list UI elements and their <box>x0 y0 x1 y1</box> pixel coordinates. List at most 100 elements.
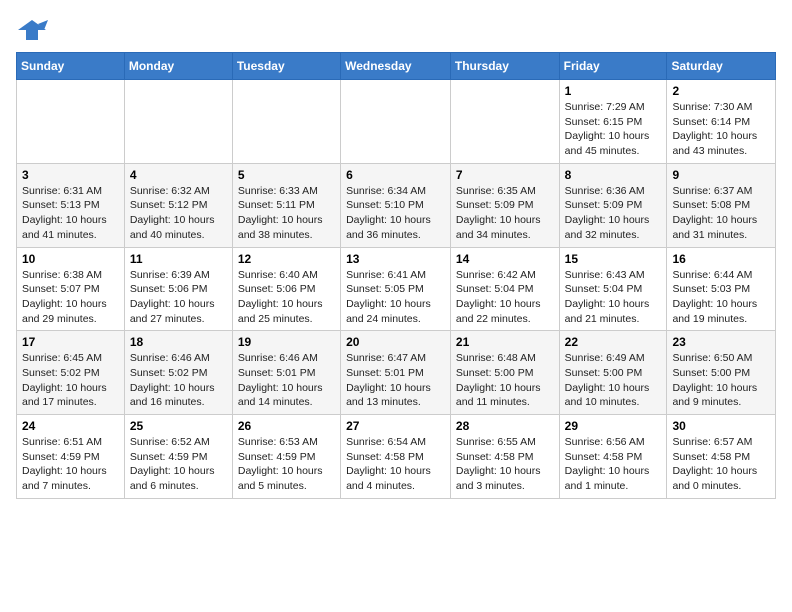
day-number: 30 <box>672 419 770 433</box>
calendar-day-cell: 7 Sunrise: 6:35 AM Sunset: 5:09 PM Daylig… <box>450 163 559 247</box>
day-number: 21 <box>456 335 554 349</box>
day-number: 27 <box>346 419 445 433</box>
day-number: 28 <box>456 419 554 433</box>
day-info: Sunrise: 6:51 AM Sunset: 4:59 PM Dayligh… <box>22 435 119 494</box>
day-info: Sunrise: 6:32 AM Sunset: 5:12 PM Dayligh… <box>130 184 227 243</box>
day-number: 6 <box>346 168 445 182</box>
day-number: 29 <box>565 419 662 433</box>
day-number: 3 <box>22 168 119 182</box>
day-info: Sunrise: 6:49 AM Sunset: 5:00 PM Dayligh… <box>565 351 662 410</box>
day-number: 18 <box>130 335 227 349</box>
day-number: 25 <box>130 419 227 433</box>
calendar-day-cell: 11 Sunrise: 6:39 AM Sunset: 5:06 PM Dayli… <box>124 247 232 331</box>
day-info: Sunrise: 6:45 AM Sunset: 5:02 PM Dayligh… <box>22 351 119 410</box>
calendar-week-row: 17Sunrise: 6:45 AM Sunset: 5:02 PM Dayli… <box>17 331 776 415</box>
calendar-day-cell: 5Sunrise: 6:33 AM Sunset: 5:11 PM Daylig… <box>232 163 340 247</box>
day-number: 20 <box>346 335 445 349</box>
header <box>16 16 776 44</box>
logo-icon <box>16 16 48 44</box>
weekday-header: Tuesday <box>232 53 340 80</box>
day-number: 5 <box>238 168 335 182</box>
calendar-day-cell: 2Sunrise: 7:30 AM Sunset: 6:14 PM Daylig… <box>667 80 776 164</box>
day-info: Sunrise: 6:34 AM Sunset: 5:10 PM Dayligh… <box>346 184 445 243</box>
calendar-day-cell: 26 Sunrise: 6:53 AM Sunset: 4:59 PM Dayli… <box>232 415 340 499</box>
calendar-day-cell: 10 Sunrise: 6:38 AM Sunset: 5:07 PM Dayli… <box>17 247 125 331</box>
calendar-day-cell: 12Sunrise: 6:40 AM Sunset: 5:06 PM Dayli… <box>232 247 340 331</box>
calendar-week-row: 3 Sunrise: 6:31 AM Sunset: 5:13 PM Daylig… <box>17 163 776 247</box>
calendar-week-row: 24 Sunrise: 6:51 AM Sunset: 4:59 PM Dayli… <box>17 415 776 499</box>
calendar-day-cell: 18 Sunrise: 6:46 AM Sunset: 5:02 PM Dayli… <box>124 331 232 415</box>
day-number: 24 <box>22 419 119 433</box>
day-number: 13 <box>346 252 445 266</box>
day-info: Sunrise: 6:41 AM Sunset: 5:05 PM Dayligh… <box>346 268 445 327</box>
calendar-day-cell: 24 Sunrise: 6:51 AM Sunset: 4:59 PM Dayli… <box>17 415 125 499</box>
day-info: Sunrise: 6:57 AM Sunset: 4:58 PM Dayligh… <box>672 435 770 494</box>
calendar-day-cell: 27 Sunrise: 6:54 AM Sunset: 4:58 PM Dayli… <box>341 415 451 499</box>
calendar-day-cell: 17Sunrise: 6:45 AM Sunset: 5:02 PM Dayli… <box>17 331 125 415</box>
day-info: Sunrise: 6:46 AM Sunset: 5:01 PM Dayligh… <box>238 351 335 410</box>
day-info: Sunrise: 6:37 AM Sunset: 5:08 PM Dayligh… <box>672 184 770 243</box>
day-info: Sunrise: 6:31 AM Sunset: 5:13 PM Dayligh… <box>22 184 119 243</box>
calendar-day-cell: 4 Sunrise: 6:32 AM Sunset: 5:12 PM Daylig… <box>124 163 232 247</box>
day-info: Sunrise: 6:39 AM Sunset: 5:06 PM Dayligh… <box>130 268 227 327</box>
day-info: Sunrise: 6:35 AM Sunset: 5:09 PM Dayligh… <box>456 184 554 243</box>
calendar-day-cell: 3 Sunrise: 6:31 AM Sunset: 5:13 PM Daylig… <box>17 163 125 247</box>
weekday-header: Wednesday <box>341 53 451 80</box>
calendar-day-cell: 9 Sunrise: 6:37 AM Sunset: 5:08 PM Daylig… <box>667 163 776 247</box>
calendar-day-cell: 21 Sunrise: 6:48 AM Sunset: 5:00 PM Dayli… <box>450 331 559 415</box>
day-number: 14 <box>456 252 554 266</box>
day-info: Sunrise: 6:47 AM Sunset: 5:01 PM Dayligh… <box>346 351 445 410</box>
day-info: Sunrise: 6:50 AM Sunset: 5:00 PM Dayligh… <box>672 351 770 410</box>
calendar-day-cell: 20 Sunrise: 6:47 AM Sunset: 5:01 PM Dayli… <box>341 331 451 415</box>
day-info: Sunrise: 6:44 AM Sunset: 5:03 PM Dayligh… <box>672 268 770 327</box>
calendar-day-cell: 19Sunrise: 6:46 AM Sunset: 5:01 PM Dayli… <box>232 331 340 415</box>
day-info: Sunrise: 6:43 AM Sunset: 5:04 PM Dayligh… <box>565 268 662 327</box>
calendar-day-cell: 30 Sunrise: 6:57 AM Sunset: 4:58 PM Dayli… <box>667 415 776 499</box>
weekday-header: Saturday <box>667 53 776 80</box>
day-info: Sunrise: 6:42 AM Sunset: 5:04 PM Dayligh… <box>456 268 554 327</box>
calendar-day-cell: 29 Sunrise: 6:56 AM Sunset: 4:58 PM Dayli… <box>559 415 667 499</box>
calendar-day-cell: 28Sunrise: 6:55 AM Sunset: 4:58 PM Dayli… <box>450 415 559 499</box>
day-info: Sunrise: 6:46 AM Sunset: 5:02 PM Dayligh… <box>130 351 227 410</box>
calendar-day-cell: 23 Sunrise: 6:50 AM Sunset: 5:00 PM Dayli… <box>667 331 776 415</box>
day-info: Sunrise: 6:36 AM Sunset: 5:09 PM Dayligh… <box>565 184 662 243</box>
calendar-day-cell: 6 Sunrise: 6:34 AM Sunset: 5:10 PM Daylig… <box>341 163 451 247</box>
day-info: Sunrise: 6:38 AM Sunset: 5:07 PM Dayligh… <box>22 268 119 327</box>
day-number: 15 <box>565 252 662 266</box>
calendar-day-cell <box>17 80 125 164</box>
day-info: Sunrise: 6:53 AM Sunset: 4:59 PM Dayligh… <box>238 435 335 494</box>
day-number: 9 <box>672 168 770 182</box>
day-number: 22 <box>565 335 662 349</box>
day-number: 4 <box>130 168 227 182</box>
calendar-day-cell: 14 Sunrise: 6:42 AM Sunset: 5:04 PM Dayli… <box>450 247 559 331</box>
calendar-day-cell: 25 Sunrise: 6:52 AM Sunset: 4:59 PM Dayli… <box>124 415 232 499</box>
day-number: 16 <box>672 252 770 266</box>
calendar-day-cell: 1Sunrise: 7:29 AM Sunset: 6:15 PM Daylig… <box>559 80 667 164</box>
day-number: 12 <box>238 252 335 266</box>
calendar: SundayMondayTuesdayWednesdayThursdayFrid… <box>16 52 776 499</box>
day-number: 8 <box>565 168 662 182</box>
calendar-header-row: SundayMondayTuesdayWednesdayThursdayFrid… <box>17 53 776 80</box>
day-number: 26 <box>238 419 335 433</box>
calendar-day-cell <box>450 80 559 164</box>
day-number: 10 <box>22 252 119 266</box>
calendar-day-cell: 8 Sunrise: 6:36 AM Sunset: 5:09 PM Daylig… <box>559 163 667 247</box>
day-number: 11 <box>130 252 227 266</box>
calendar-day-cell <box>232 80 340 164</box>
day-info: Sunrise: 7:29 AM Sunset: 6:15 PM Dayligh… <box>565 100 662 159</box>
day-info: Sunrise: 6:52 AM Sunset: 4:59 PM Dayligh… <box>130 435 227 494</box>
day-info: Sunrise: 6:48 AM Sunset: 5:00 PM Dayligh… <box>456 351 554 410</box>
weekday-header: Thursday <box>450 53 559 80</box>
day-number: 2 <box>672 84 770 98</box>
calendar-day-cell: 22 Sunrise: 6:49 AM Sunset: 5:00 PM Dayli… <box>559 331 667 415</box>
logo <box>16 16 52 44</box>
calendar-day-cell: 15 Sunrise: 6:43 AM Sunset: 5:04 PM Dayli… <box>559 247 667 331</box>
weekday-header: Sunday <box>17 53 125 80</box>
calendar-week-row: 1Sunrise: 7:29 AM Sunset: 6:15 PM Daylig… <box>17 80 776 164</box>
day-number: 23 <box>672 335 770 349</box>
day-info: Sunrise: 6:56 AM Sunset: 4:58 PM Dayligh… <box>565 435 662 494</box>
day-number: 7 <box>456 168 554 182</box>
weekday-header: Friday <box>559 53 667 80</box>
day-info: Sunrise: 6:54 AM Sunset: 4:58 PM Dayligh… <box>346 435 445 494</box>
calendar-day-cell <box>124 80 232 164</box>
